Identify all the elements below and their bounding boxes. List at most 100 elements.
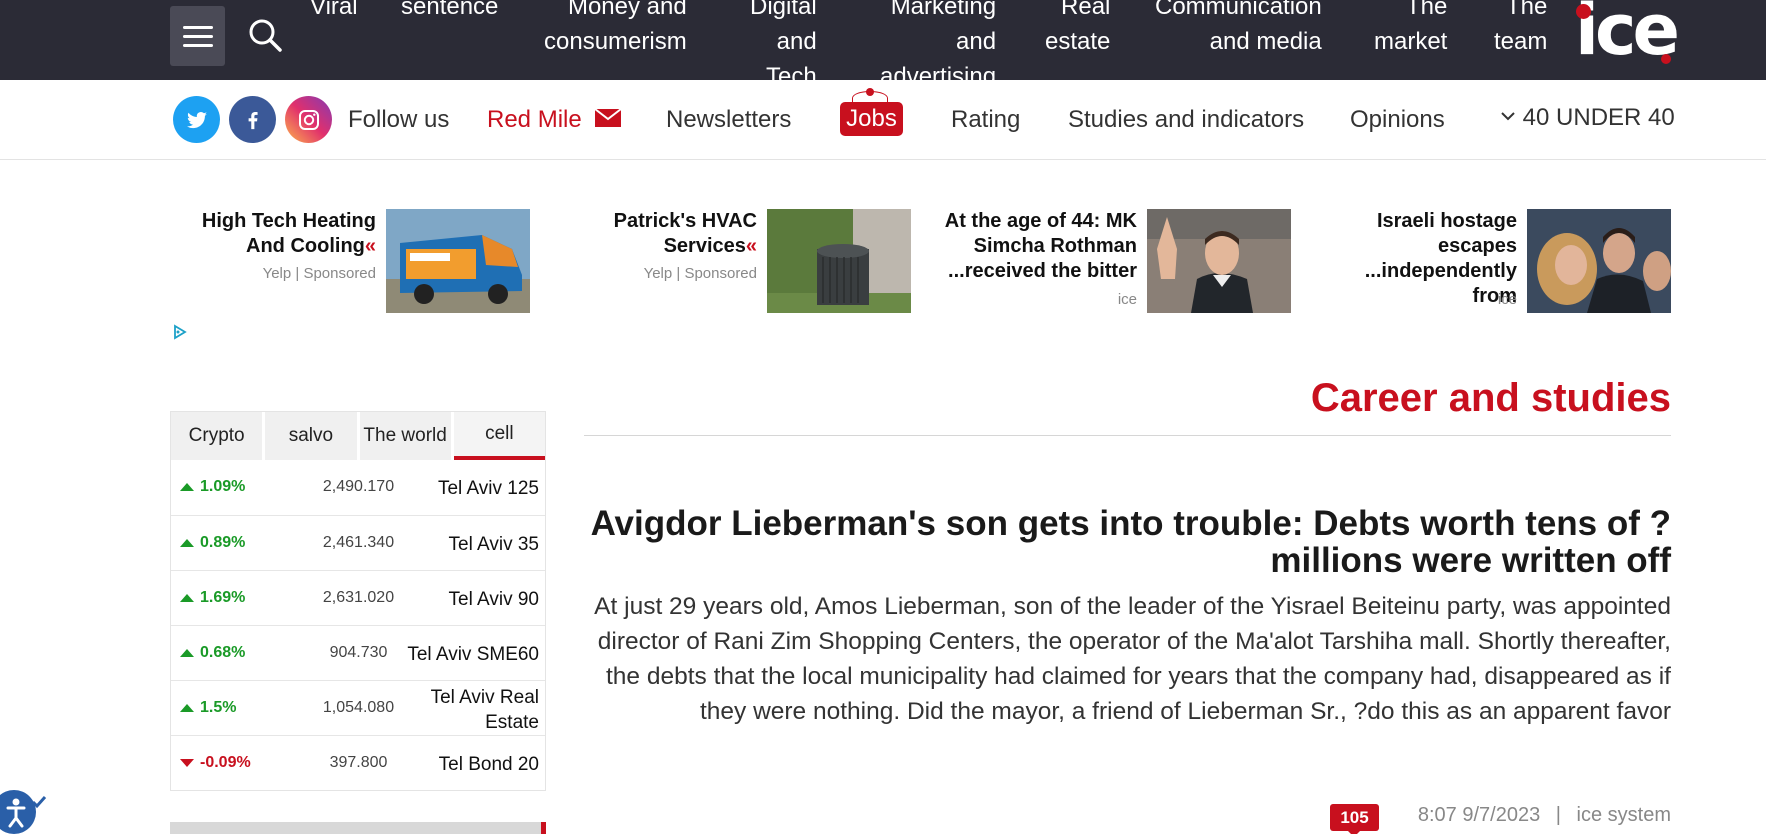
opinions-link[interactable]: Opinions (1350, 106, 1445, 134)
nav-item-sentence[interactable]: sentence (401, 0, 498, 24)
change-value: 0.68% (200, 644, 246, 661)
jobs-button[interactable]: Jobs (840, 102, 903, 136)
promo-card[interactable]: High Tech Heating And Cooling« Yelp | Sp… (170, 209, 530, 313)
nav-item-real-estate[interactable]: Real estate (1045, 0, 1110, 59)
nav-item-label: Money and (567, 0, 687, 20)
arrow-up-icon (180, 483, 194, 491)
market-row[interactable]: 0.89% 2,461.340 Tel Aviv 35 (171, 515, 545, 570)
market-row[interactable]: 1.09% 2,490.170 Tel Aviv 125 (171, 460, 545, 515)
promo-arrow: « (745, 235, 757, 257)
promo-title: At the age of 44: MK Simcha Rothman ...r… (937, 209, 1137, 284)
promo-image-hostage-reunion (1527, 209, 1671, 313)
twitter-link[interactable] (173, 96, 220, 143)
market-change: -0.09% (180, 754, 251, 772)
market-tabs: Crypto salvo The world cell (171, 412, 545, 460)
nav-item-marketing-and-advertising[interactable]: Marketing and advertising (880, 0, 996, 80)
article-meta: 8:07 9/7/2023 | ice system (1418, 804, 1671, 827)
hamburger-icon-line (182, 34, 213, 38)
follow-us-label: Follow us (348, 106, 450, 133)
section-title[interactable]: Career and studies (1311, 376, 1671, 421)
adchoices-icon[interactable] (173, 324, 187, 340)
red-mile-link[interactable]: Red Mile (487, 106, 622, 134)
meta-separator: | (1555, 804, 1561, 826)
promo-arrow: « (364, 235, 376, 257)
nav-item-label: Digital (750, 0, 817, 20)
market-rows: 1.09% 2,490.170 Tel Aviv 125 0.89% 2,461… (171, 460, 545, 790)
secondary-navigation-bar: Follow us Red Mile Newsletters Jobs Rati… (0, 80, 1766, 160)
nav-item-communication-and-media[interactable]: Communication and media (1155, 0, 1322, 59)
change-value: 1.69% (200, 589, 246, 606)
nav-item-label: Tech (766, 63, 817, 80)
market-row[interactable]: 0.68% 904.730 Tel Aviv SME60 (171, 625, 545, 680)
hamburger-menu-button[interactable] (170, 6, 225, 66)
ice-logo[interactable]: ice (1570, 0, 1680, 72)
nav-item-label: Real (1061, 0, 1111, 20)
tab-cell[interactable]: cell (453, 412, 545, 460)
section-divider (584, 435, 1671, 436)
arrow-up-icon (180, 539, 194, 547)
nav-item-money-and-consumerism[interactable]: Money and consumerism (544, 0, 687, 59)
market-value: 2,631.020 (322, 589, 395, 606)
hamburger-icon-line (182, 43, 213, 47)
nav-item-label: team (1494, 28, 1548, 55)
market-value: 397.800 (329, 754, 388, 771)
nav-item-label: Viral (310, 0, 358, 20)
promo-title-text: At the age of 44: MK Simcha Rothman ...r… (944, 210, 1137, 282)
promo-title: Patrick's HVAC Services« (557, 209, 757, 259)
rating-link[interactable]: Rating (951, 106, 1020, 134)
newsletters-link[interactable]: Newsletters (666, 106, 791, 134)
promo-card[interactable]: Patrick's HVAC Services« Yelp | Sponsore… (551, 209, 911, 313)
nav-item-label: consumerism (544, 28, 687, 55)
instagram-link[interactable] (285, 96, 332, 143)
market-index-name: Tel Aviv 125 (437, 478, 539, 499)
nav-item-label: and (956, 28, 997, 55)
promo-title-text: Patrick's HVAC Services (613, 210, 757, 257)
nav-item-label: estate (1045, 28, 1111, 55)
change-value: 1.5% (200, 699, 237, 716)
market-row[interactable]: -0.09% 397.800 Tel Bond 20 (171, 735, 545, 790)
promo-card[interactable]: At the age of 44: MK Simcha Rothman ...r… (931, 209, 1291, 313)
market-change: 1.5% (180, 699, 236, 717)
market-row[interactable]: 1.69% 2,631.020 Tel Aviv 90 (171, 570, 545, 625)
chevron-down-icon (1501, 112, 1515, 121)
promo-title: Israeli hostage escapes ...independently… (1317, 209, 1517, 309)
top-navigation-bar: Viral sentence Money and consumerism Dig… (0, 0, 1766, 80)
tab-salvo[interactable]: salvo (265, 412, 357, 460)
nav-item-the-market[interactable]: The market (1374, 0, 1447, 59)
search-button[interactable] (245, 16, 285, 56)
comment-count-badge[interactable]: 105 (1330, 804, 1379, 834)
promo-source: ice (1117, 291, 1137, 308)
nav-item-the-team[interactable]: The team (1494, 0, 1547, 59)
change-value: 0.89% (200, 534, 246, 551)
studies-and-indicators-link[interactable]: Studies and indicators (1068, 106, 1304, 134)
tab-the-world[interactable]: The world (359, 412, 451, 460)
change-value: 1.09% (200, 478, 246, 495)
nav-item-label: The (1506, 0, 1548, 20)
nav-item-label: The (1406, 0, 1448, 20)
market-value: 1,054.080 (322, 699, 395, 716)
twitter-icon (186, 111, 207, 128)
market-index-name: Tel Aviv SME60 (407, 644, 539, 665)
market-row[interactable]: 1.5% 1,054.080 Tel Aviv Real Estate (171, 680, 545, 735)
arrow-up-icon (180, 704, 194, 712)
promo-image-politician (1147, 209, 1291, 313)
nav-item-viral[interactable]: Viral (310, 0, 358, 24)
nav-item-label: Marketing (890, 0, 997, 20)
promo-title-text: High Tech Heating And Cooling (201, 210, 376, 257)
tab-crypto[interactable]: Crypto (171, 412, 263, 460)
nav-item-label: market (1374, 28, 1448, 55)
facebook-icon (248, 111, 258, 129)
nav-item-digital-and-tech[interactable]: Digital and Tech (750, 0, 817, 80)
article-author[interactable]: ice system (1577, 804, 1671, 826)
arrow-up-icon (180, 649, 194, 657)
search-icon (249, 19, 282, 52)
forty-under-forty-dropdown[interactable]: 40 UNDER 40 (1500, 104, 1675, 132)
market-index-name: Tel Aviv 90 (448, 589, 539, 610)
article-headline[interactable]: Avigdor Lieberman's son gets into troubl… (584, 505, 1671, 579)
arrow-down-icon (180, 759, 194, 767)
nav-item-label: Communication (1155, 0, 1322, 20)
facebook-link[interactable] (229, 96, 276, 143)
hamburger-icon (182, 25, 213, 29)
promo-card[interactable]: Israeli hostage escapes ...independently… (1311, 209, 1671, 313)
checkmark-icon (31, 796, 47, 809)
